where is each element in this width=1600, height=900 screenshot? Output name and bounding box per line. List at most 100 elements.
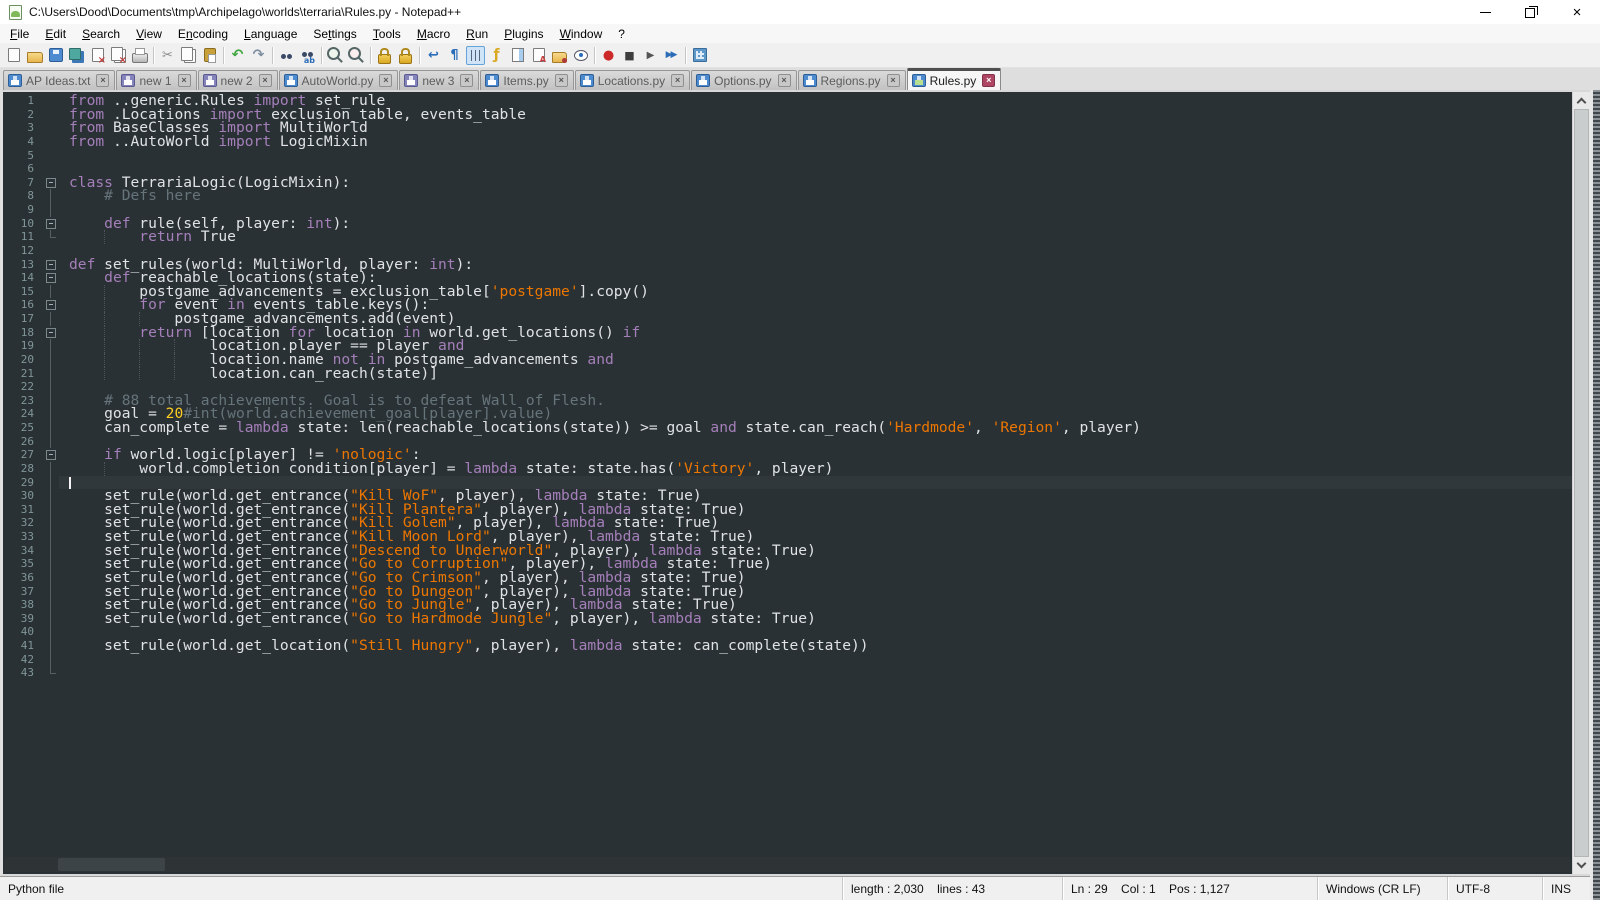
function-list-icon[interactable] — [487, 46, 506, 65]
find-icon[interactable] — [277, 46, 296, 65]
line-number[interactable]: 19 — [3, 339, 43, 353]
line-number[interactable]: 43 — [3, 666, 43, 680]
show-indent-guide-icon[interactable] — [466, 46, 485, 65]
status-eol-format[interactable]: Windows (CR LF) — [1317, 877, 1447, 900]
line-number[interactable]: 6 — [3, 162, 43, 176]
editor[interactable]: 1from ..generic.Rules import set_rule2fr… — [0, 90, 1600, 876]
menu-file[interactable]: File — [2, 25, 37, 43]
replace-icon[interactable] — [298, 46, 317, 65]
code-text[interactable]: class TerrariaLogic(LogicMixin): — [59, 176, 1572, 190]
tab-close-icon[interactable]: × — [460, 74, 473, 87]
code-line[interactable]: 25 can_complete = lambda state: len(reac… — [3, 421, 1572, 435]
vertical-scrollbar[interactable] — [1572, 92, 1590, 874]
tab-close-icon[interactable]: × — [379, 74, 392, 87]
code-line[interactable]: 28 world.completion_condition[player] = … — [3, 462, 1572, 476]
line-number[interactable]: 27 — [3, 448, 43, 462]
line-number[interactable]: 11 — [3, 230, 43, 244]
line-number[interactable]: 31 — [3, 503, 43, 517]
line-number[interactable]: 39 — [3, 612, 43, 626]
line-number[interactable]: 42 — [3, 653, 43, 667]
code-text[interactable]: return True — [59, 230, 1572, 244]
document-list-icon[interactable] — [529, 46, 548, 65]
tab-close-icon[interactable]: × — [555, 74, 568, 87]
line-number[interactable]: 23 — [3, 394, 43, 408]
tab-ap-ideas-txt[interactable]: AP Ideas.txt× — [3, 70, 115, 90]
code-line[interactable]: 42 — [3, 653, 1572, 667]
tab-close-icon[interactable]: × — [96, 74, 109, 87]
code-line[interactable]: 41 set_rule(world.get_location("Still Hu… — [3, 639, 1572, 653]
fold-collapse-icon[interactable] — [43, 298, 59, 312]
line-number[interactable]: 38 — [3, 598, 43, 612]
fold-collapse-icon[interactable] — [43, 176, 59, 190]
fold-collapse-icon[interactable] — [43, 258, 59, 272]
sync-horizontal-scroll-icon[interactable] — [396, 46, 415, 65]
line-number[interactable]: 29 — [3, 476, 43, 490]
line-number[interactable]: 5 — [3, 149, 43, 163]
minimize-button[interactable] — [1462, 0, 1508, 24]
line-number[interactable]: 26 — [3, 435, 43, 449]
fold-collapse-icon[interactable] — [43, 448, 59, 462]
macro-save-icon[interactable] — [690, 46, 709, 65]
undo-icon[interactable] — [228, 46, 247, 65]
macro-record-icon[interactable] — [599, 46, 618, 65]
tab-rules-py[interactable]: Rules.py× — [907, 68, 1002, 90]
fold-collapse-icon[interactable] — [43, 271, 59, 285]
line-number[interactable]: 28 — [3, 462, 43, 476]
zoom-out-icon[interactable] — [347, 46, 366, 65]
horizontal-scrollbar-thumb[interactable] — [58, 858, 165, 871]
code-text[interactable]: can_complete = lambda state: len(reachab… — [59, 421, 1572, 435]
line-number[interactable]: 21 — [3, 367, 43, 381]
menu-encoding[interactable]: Encoding — [170, 25, 236, 43]
tab-close-icon[interactable]: × — [671, 74, 684, 87]
code-line[interactable]: 5 — [3, 149, 1572, 163]
line-number[interactable]: 40 — [3, 625, 43, 639]
new-file-icon[interactable] — [4, 46, 23, 65]
menu-plugins[interactable]: Plugins — [496, 25, 551, 43]
line-number[interactable]: 15 — [3, 285, 43, 299]
line-number[interactable]: 9 — [3, 203, 43, 217]
menu-view[interactable]: View — [128, 25, 170, 43]
tab-close-icon[interactable]: × — [259, 74, 272, 87]
tab-options-py[interactable]: Options.py× — [691, 70, 796, 90]
tab-autoworld-py[interactable]: AutoWorld.py× — [279, 70, 399, 90]
line-number[interactable]: 24 — [3, 407, 43, 421]
line-number[interactable]: 13 — [3, 258, 43, 272]
status-encoding[interactable]: UTF-8 — [1447, 877, 1542, 900]
tab-new-1[interactable]: new 1× — [116, 70, 196, 90]
line-number[interactable]: 3 — [3, 121, 43, 135]
code-line[interactable]: 43 — [3, 666, 1572, 680]
menu-edit[interactable]: Edit — [37, 25, 74, 43]
scroll-up-arrow-icon[interactable] — [1573, 92, 1590, 109]
word-wrap-icon[interactable] — [424, 46, 443, 65]
line-number[interactable]: 12 — [3, 244, 43, 258]
menu-tools[interactable]: Tools — [365, 25, 409, 43]
close-all-icon[interactable] — [109, 46, 128, 65]
menu-help[interactable]: ? — [610, 25, 633, 43]
code-line[interactable]: 8 # Defs here — [3, 189, 1572, 203]
menu-language[interactable]: Language — [236, 25, 305, 43]
line-number[interactable]: 17 — [3, 312, 43, 326]
tab-items-py[interactable]: Items.py× — [480, 70, 573, 90]
line-number[interactable]: 35 — [3, 557, 43, 571]
menu-macro[interactable]: Macro — [409, 25, 458, 43]
code-area[interactable]: 1from ..generic.Rules import set_rule2fr… — [3, 92, 1572, 874]
code-text[interactable]: from ..AutoWorld import LogicMixin — [59, 135, 1572, 149]
line-number[interactable]: 1 — [3, 94, 43, 108]
sync-vertical-scroll-icon[interactable] — [375, 46, 394, 65]
horizontal-scrollbar[interactable] — [5, 857, 1570, 872]
line-number[interactable]: 32 — [3, 516, 43, 530]
line-number[interactable]: 8 — [3, 189, 43, 203]
code-line[interactable]: 7class TerrariaLogic(LogicMixin): — [3, 176, 1572, 190]
code-line[interactable]: 21 location.can_reach(state)] — [3, 367, 1572, 381]
tab-new-2[interactable]: new 2× — [198, 70, 278, 90]
tab-regions-py[interactable]: Regions.py× — [798, 70, 906, 90]
line-number[interactable]: 20 — [3, 353, 43, 367]
line-number[interactable]: 2 — [3, 108, 43, 122]
redo-icon[interactable] — [249, 46, 268, 65]
code-text[interactable]: world.completion_condition[player] = lam… — [59, 462, 1572, 476]
code-text[interactable] — [59, 149, 1572, 163]
menu-settings[interactable]: Settings — [305, 25, 364, 43]
tab-close-icon[interactable]: × — [778, 74, 791, 87]
vertical-scrollbar-thumb[interactable] — [1574, 109, 1589, 857]
line-number[interactable]: 4 — [3, 135, 43, 149]
